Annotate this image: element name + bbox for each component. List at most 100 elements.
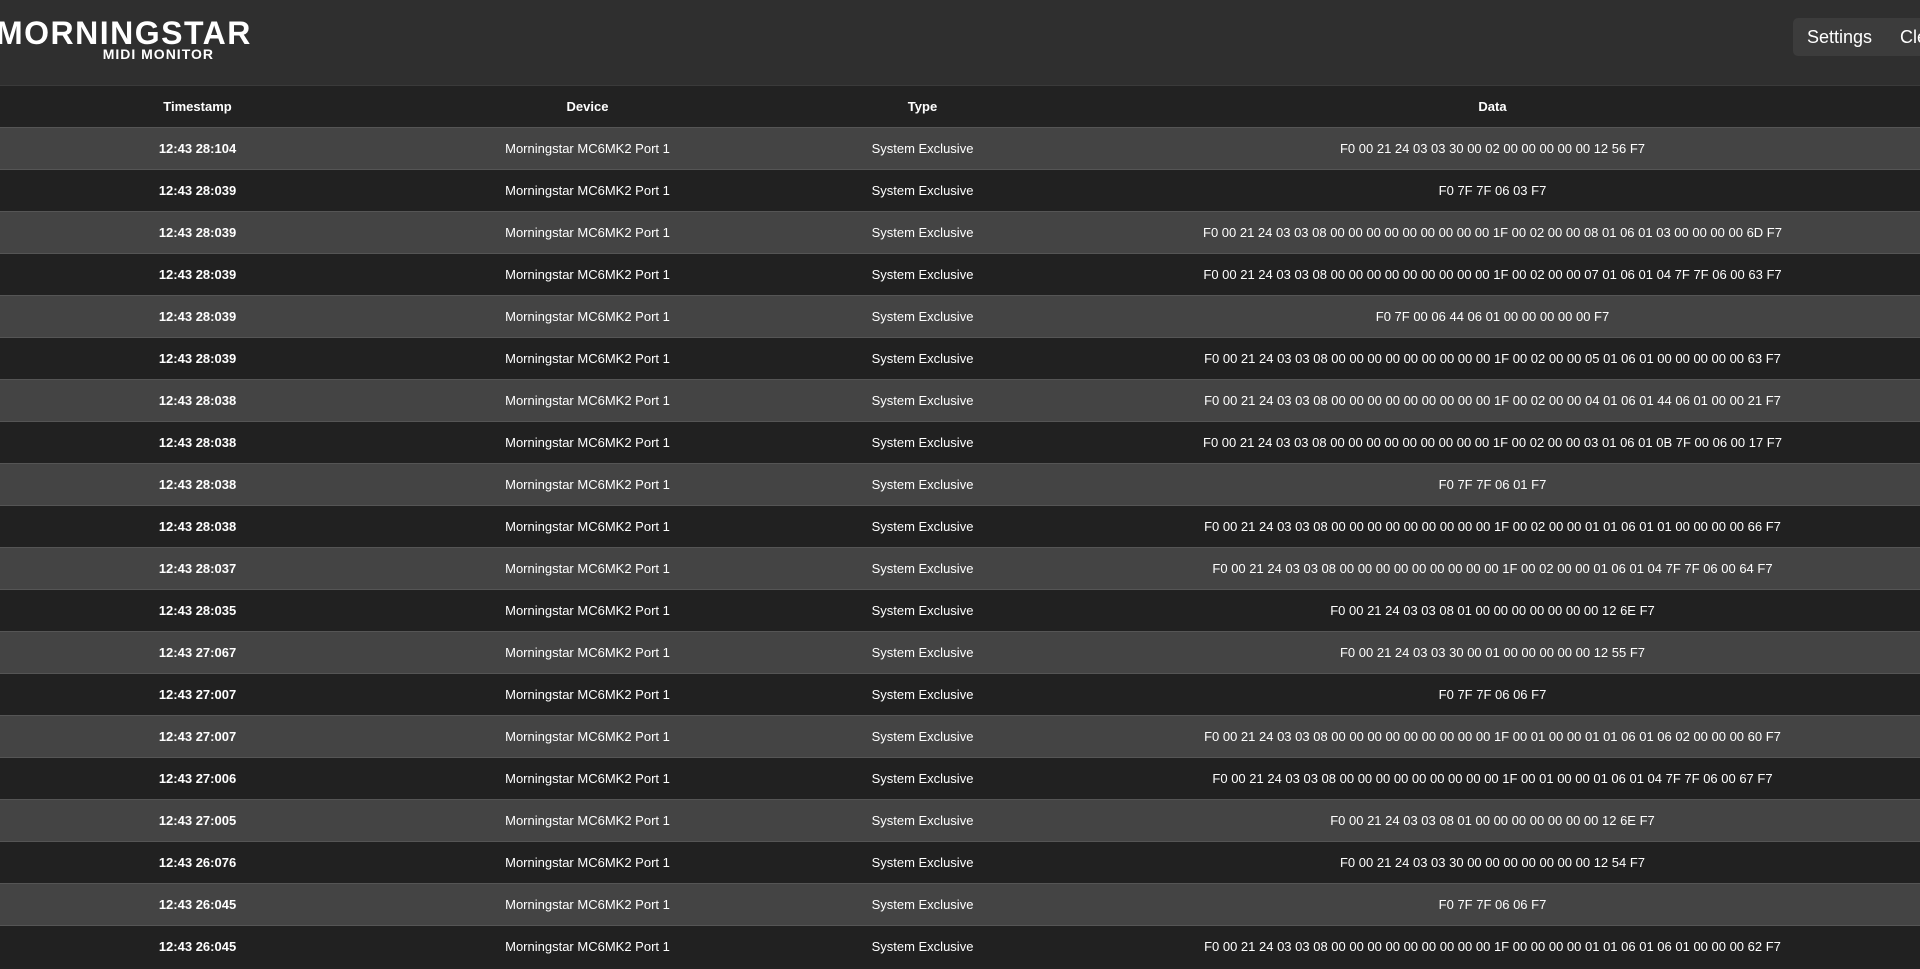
- data-cell: F0 00 21 24 03 03 30 00 00 00 00 00 00 0…: [1339, 855, 1646, 870]
- timestamp-cell: 12:43 26:045: [158, 939, 237, 954]
- type-cell: System Exclusive: [871, 561, 974, 576]
- timestamp-cell: 12:43 28:039: [158, 351, 237, 366]
- device-cell: Morningstar MC6MK2 Port 1: [505, 351, 670, 366]
- data-cell: F0 7F 00 06 44 06 01 00 00 00 00 00 F7: [1375, 309, 1610, 324]
- timestamp-cell: 12:43 28:039: [158, 225, 237, 240]
- column-header-type[interactable]: Type: [780, 86, 1065, 128]
- type-cell: System Exclusive: [871, 687, 974, 702]
- data-cell: F0 00 21 24 03 03 08 00 00 00 00 00 00 0…: [1212, 771, 1773, 786]
- midi-message-table: Timestamp Device Type Data 12:43 28:104 M…: [0, 86, 1920, 967]
- type-cell: System Exclusive: [871, 477, 974, 492]
- data-cell: F0 00 21 24 03 03 08 00 00 00 00 00 00 0…: [1204, 519, 1781, 534]
- timestamp-cell: 12:43 28:038: [158, 393, 237, 408]
- device-cell: Morningstar MC6MK2 Port 1: [505, 183, 670, 198]
- table-row[interactable]: 12:43 27:005 Morningstar MC6MK2 Port 1 Sys…: [0, 799, 1920, 842]
- data-cell: F0 7F 7F 06 01 F7: [1438, 477, 1547, 492]
- device-cell: Morningstar MC6MK2 Port 1: [505, 393, 670, 408]
- data-cell: F0 00 21 24 03 03 08 00 00 00 00 00 00 0…: [1204, 729, 1781, 744]
- logo-wordmark: MORNINGSTAR: [0, 15, 252, 51]
- device-cell: Morningstar MC6MK2 Port 1: [505, 729, 670, 744]
- table-row[interactable]: 12:43 28:035 Morningstar MC6MK2 Port 1 Sys…: [0, 589, 1920, 632]
- table-header-row: Timestamp Device Type Data: [0, 86, 1920, 128]
- table-row[interactable]: 12:43 28:039 Morningstar MC6MK2 Port 1 Sys…: [0, 211, 1920, 254]
- table-row[interactable]: 12:43 28:037 Morningstar MC6MK2 Port 1 Sys…: [0, 547, 1920, 590]
- type-cell: System Exclusive: [871, 309, 974, 324]
- table-row[interactable]: 12:43 28:104 Morningstar MC6MK2 Port 1 Sys…: [0, 127, 1920, 170]
- logo-subtitle: MIDI MONITOR: [102, 46, 214, 62]
- table-row[interactable]: 12:43 26:045 Morningstar MC6MK2 Port 1 Sys…: [0, 883, 1920, 926]
- type-cell: System Exclusive: [871, 351, 974, 366]
- type-cell: System Exclusive: [871, 897, 974, 912]
- app-header: MORNINGSTAR MIDI MONITOR Settings Clear: [0, 0, 1920, 86]
- timestamp-cell: 12:43 26:076: [158, 855, 237, 870]
- device-cell: Morningstar MC6MK2 Port 1: [505, 519, 670, 534]
- table-row[interactable]: 12:43 28:039 Morningstar MC6MK2 Port 1 Sys…: [0, 295, 1920, 338]
- table-row[interactable]: 12:43 28:038 Morningstar MC6MK2 Port 1 Sys…: [0, 379, 1920, 422]
- table-row[interactable]: 12:43 26:076 Morningstar MC6MK2 Port 1 Sys…: [0, 841, 1920, 884]
- table-row[interactable]: 12:43 28:038 Morningstar MC6MK2 Port 1 Sys…: [0, 463, 1920, 506]
- timestamp-cell: 12:43 27:007: [158, 687, 237, 702]
- table-row[interactable]: 12:43 28:039 Morningstar MC6MK2 Port 1 Sys…: [0, 337, 1920, 380]
- device-cell: Morningstar MC6MK2 Port 1: [505, 813, 670, 828]
- data-cell: F0 00 21 24 03 03 30 00 01 00 00 00 00 0…: [1339, 645, 1646, 660]
- table-row[interactable]: 12:43 28:039 Morningstar MC6MK2 Port 1 Sys…: [0, 253, 1920, 296]
- type-cell: System Exclusive: [871, 435, 974, 450]
- table-row[interactable]: 12:43 27:007 Morningstar MC6MK2 Port 1 Sys…: [0, 673, 1920, 716]
- device-cell: Morningstar MC6MK2 Port 1: [505, 939, 670, 954]
- type-cell: System Exclusive: [871, 939, 974, 954]
- timestamp-cell: 12:43 28:039: [158, 309, 237, 324]
- type-cell: System Exclusive: [871, 393, 974, 408]
- data-cell: F0 00 21 24 03 03 08 00 00 00 00 00 00 0…: [1204, 939, 1781, 954]
- device-cell: Morningstar MC6MK2 Port 1: [505, 645, 670, 660]
- data-cell: F0 00 21 24 03 03 08 00 00 00 00 00 00 0…: [1212, 561, 1773, 576]
- table-row[interactable]: 12:43 28:038 Morningstar MC6MK2 Port 1 Sys…: [0, 505, 1920, 548]
- column-header-data[interactable]: Data: [1065, 86, 1920, 128]
- device-cell: Morningstar MC6MK2 Port 1: [505, 771, 670, 786]
- morningstar-logo: MORNINGSTAR MIDI MONITOR: [0, 15, 252, 62]
- data-cell: F0 00 21 24 03 03 08 00 00 00 00 00 00 0…: [1203, 225, 1782, 240]
- column-header-device[interactable]: Device: [395, 86, 780, 128]
- timestamp-cell: 12:43 28:035: [158, 603, 237, 618]
- data-cell: F0 7F 7F 06 03 F7: [1438, 183, 1547, 198]
- timestamp-cell: 12:43 28:039: [158, 183, 237, 198]
- device-cell: Morningstar MC6MK2 Port 1: [505, 435, 670, 450]
- data-cell: F0 00 21 24 03 03 08 00 00 00 00 00 00 0…: [1204, 351, 1781, 366]
- timestamp-cell: 12:43 28:104: [158, 141, 237, 156]
- device-cell: Morningstar MC6MK2 Port 1: [505, 477, 670, 492]
- clear-button[interactable]: Clear: [1886, 18, 1920, 56]
- timestamp-cell: 12:43 28:038: [158, 519, 237, 534]
- timestamp-cell: 12:43 28:039: [158, 267, 237, 282]
- table-row[interactable]: 12:43 27:067 Morningstar MC6MK2 Port 1 Sys…: [0, 631, 1920, 674]
- type-cell: System Exclusive: [871, 813, 974, 828]
- toolbar-button-group: Settings Clear: [1793, 18, 1920, 56]
- device-cell: Morningstar MC6MK2 Port 1: [505, 561, 670, 576]
- device-cell: Morningstar MC6MK2 Port 1: [505, 309, 670, 324]
- type-cell: System Exclusive: [871, 183, 974, 198]
- column-header-timestamp[interactable]: Timestamp: [0, 86, 395, 128]
- device-cell: Morningstar MC6MK2 Port 1: [505, 897, 670, 912]
- data-cell: F0 7F 7F 06 06 F7: [1438, 687, 1547, 702]
- type-cell: System Exclusive: [871, 855, 974, 870]
- timestamp-cell: 12:43 28:037: [158, 561, 237, 576]
- timestamp-cell: 12:43 27:007: [158, 729, 237, 744]
- type-cell: System Exclusive: [871, 645, 974, 660]
- device-cell: Morningstar MC6MK2 Port 1: [505, 855, 670, 870]
- type-cell: System Exclusive: [871, 225, 974, 240]
- table-row[interactable]: 12:43 26:045 Morningstar MC6MK2 Port 1 Sys…: [0, 925, 1920, 967]
- type-cell: System Exclusive: [871, 141, 974, 156]
- timestamp-cell: 12:43 28:038: [158, 477, 237, 492]
- device-cell: Morningstar MC6MK2 Port 1: [505, 141, 670, 156]
- type-cell: System Exclusive: [871, 729, 974, 744]
- table-row[interactable]: 12:43 28:039 Morningstar MC6MK2 Port 1 Sys…: [0, 169, 1920, 212]
- timestamp-cell: 12:43 28:038: [158, 435, 237, 450]
- table-row[interactable]: 12:43 27:006 Morningstar MC6MK2 Port 1 Sys…: [0, 757, 1920, 800]
- data-cell: F0 7F 7F 06 06 F7: [1438, 897, 1547, 912]
- timestamp-cell: 12:43 27:006: [158, 771, 237, 786]
- settings-button[interactable]: Settings: [1793, 18, 1886, 56]
- timestamp-cell: 12:43 27:067: [158, 645, 237, 660]
- data-cell: F0 00 21 24 03 03 08 01 00 00 00 00 00 0…: [1330, 813, 1655, 828]
- table-row[interactable]: 12:43 27:007 Morningstar MC6MK2 Port 1 Sys…: [0, 715, 1920, 758]
- device-cell: Morningstar MC6MK2 Port 1: [505, 687, 670, 702]
- type-cell: System Exclusive: [871, 519, 974, 534]
- table-row[interactable]: 12:43 28:038 Morningstar MC6MK2 Port 1 Sys…: [0, 421, 1920, 464]
